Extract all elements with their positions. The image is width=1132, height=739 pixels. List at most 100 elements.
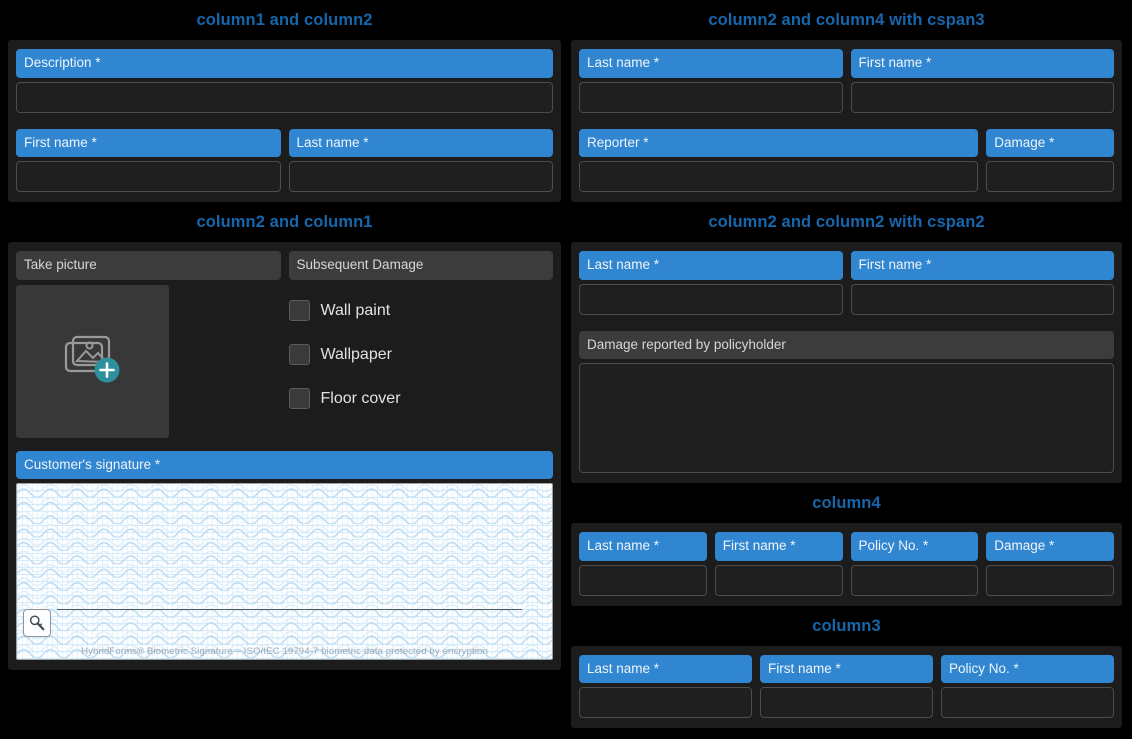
panel-col2-col2-cspan2: Last name * First name * Damage reported… bbox=[571, 242, 1122, 483]
field-policy-no: Policy No. * bbox=[850, 532, 979, 596]
field-last-name: Last name * bbox=[579, 532, 707, 596]
first-name-input[interactable] bbox=[714, 564, 843, 596]
reporter-input[interactable] bbox=[579, 161, 979, 192]
panel-col4: Last name * First name * Policy No. * Da… bbox=[571, 523, 1122, 606]
damage-input[interactable] bbox=[986, 564, 1114, 596]
signature-key-icon[interactable] bbox=[23, 609, 51, 637]
form-row: Description * bbox=[16, 49, 553, 113]
add-photo-icon bbox=[64, 335, 119, 383]
field-damage: Damage * bbox=[986, 532, 1114, 596]
field-label: Last name * bbox=[579, 251, 843, 280]
field-last-name: Last name * bbox=[579, 251, 843, 315]
first-name-input[interactable] bbox=[850, 81, 1114, 113]
row-spacer bbox=[579, 315, 1114, 331]
section-title-col2-col4-cspan3: column2 and column4 with cspan3 bbox=[708, 11, 985, 29]
panel-col3: Last name * First name * Policy No. * bbox=[571, 645, 1122, 728]
last-name-input[interactable] bbox=[288, 161, 553, 192]
field-description: Description * bbox=[16, 49, 553, 113]
panel-col1-col2: Description * First name * Last name * bbox=[8, 40, 561, 202]
field-last-name: Last name * bbox=[579, 49, 843, 113]
key-icon bbox=[29, 615, 45, 631]
field-label: Last name * bbox=[579, 49, 843, 78]
field-label: First name * bbox=[760, 654, 933, 683]
field-damage: Damage * bbox=[986, 128, 1114, 192]
last-name-input[interactable] bbox=[579, 283, 843, 315]
right-column: column2 and column4 with cspan3 Last nam… bbox=[571, 0, 1132, 739]
checkbox-label: Wallpaper bbox=[320, 345, 392, 363]
form-row: Last name * First name * Policy No. * Da… bbox=[579, 532, 1114, 596]
field-reporter: Reporter * bbox=[579, 128, 979, 192]
form-row: First name * Last name * bbox=[16, 128, 553, 192]
section-title-col2-col2-cspan2: column2 and column2 with cspan2 bbox=[708, 213, 985, 231]
field-label: Subsequent Damage bbox=[288, 251, 553, 280]
take-picture-dropzone[interactable] bbox=[16, 284, 169, 438]
field-label: Customer's signature * bbox=[16, 450, 553, 479]
damage-reported-textarea[interactable] bbox=[579, 363, 1114, 473]
field-label: Policy No. * bbox=[850, 532, 979, 561]
form-row: Reporter * Damage * bbox=[579, 128, 1114, 192]
field-policy-no: Policy No. * bbox=[941, 654, 1114, 718]
signature-disclaimer: HybridForms® Biometric Signature – ISO/I… bbox=[81, 646, 488, 657]
field-last-name: Last name * bbox=[288, 128, 553, 192]
section-title-col1-col2: column1 and column2 bbox=[196, 11, 373, 29]
form-row: Take picture Subsequent Damage Wall pain… bbox=[16, 251, 553, 438]
left-column: column1 and column2 Description * First … bbox=[0, 0, 561, 739]
description-input[interactable] bbox=[16, 81, 553, 113]
first-name-input[interactable] bbox=[16, 161, 281, 192]
field-label: Damage reported by policyholder bbox=[579, 330, 1114, 359]
last-name-input[interactable] bbox=[579, 564, 707, 596]
section-title-col4: column4 bbox=[812, 494, 881, 512]
field-first-name: First name * bbox=[850, 49, 1114, 113]
field-label: First name * bbox=[850, 251, 1114, 280]
checkbox-row-floor-cover[interactable]: Floor cover bbox=[288, 377, 554, 421]
field-label: First name * bbox=[16, 128, 281, 157]
last-name-input[interactable] bbox=[579, 687, 752, 718]
field-label: Take picture bbox=[16, 251, 281, 280]
field-first-name: First name * bbox=[760, 654, 933, 718]
field-last-name: Last name * bbox=[579, 654, 752, 718]
form-row: Damage reported by policyholder bbox=[579, 330, 1114, 473]
checkbox-label: Floor cover bbox=[320, 389, 401, 407]
first-name-input[interactable] bbox=[760, 687, 933, 718]
field-label: Reporter * bbox=[579, 128, 979, 157]
last-name-input[interactable] bbox=[579, 81, 843, 113]
security-pattern bbox=[17, 484, 552, 659]
checkbox-floor-cover[interactable] bbox=[288, 388, 310, 409]
field-label: Last name * bbox=[288, 128, 553, 157]
form-row: Last name * First name * bbox=[579, 251, 1114, 315]
first-name-input[interactable] bbox=[850, 283, 1114, 315]
field-subsequent-damage: Subsequent Damage Wall paint Wallpaper F… bbox=[288, 251, 554, 438]
panel-col2-col1: Take picture Subsequent Damage Wall pain… bbox=[8, 242, 561, 670]
field-label: First name * bbox=[850, 49, 1114, 78]
checkbox-label: Wall paint bbox=[320, 301, 391, 319]
field-label: Last name * bbox=[579, 654, 752, 683]
row-spacer bbox=[16, 113, 553, 129]
field-damage-reported: Damage reported by policyholder bbox=[579, 330, 1114, 473]
checkbox-group: Wall paint Wallpaper Floor cover bbox=[288, 280, 554, 421]
field-label: First name * bbox=[714, 532, 843, 561]
panel-col2-col4-cspan3: Last name * First name * Reporter * Dama… bbox=[571, 40, 1122, 202]
field-label: Last name * bbox=[579, 532, 707, 561]
checkbox-wall-paint[interactable] bbox=[288, 300, 310, 321]
section-title-col3: column3 bbox=[812, 616, 881, 635]
checkbox-row-wall-paint[interactable]: Wall paint bbox=[288, 289, 554, 333]
checkbox-row-wallpaper[interactable]: Wallpaper bbox=[288, 333, 554, 377]
signature-pad[interactable]: HybridForms® Biometric Signature – ISO/I… bbox=[16, 483, 553, 660]
field-label: Damage * bbox=[986, 532, 1114, 561]
field-first-name: First name * bbox=[850, 251, 1114, 315]
field-label: Description * bbox=[16, 49, 553, 78]
field-first-name: First name * bbox=[714, 532, 843, 596]
damage-input[interactable] bbox=[986, 161, 1114, 192]
form-row: Last name * First name * bbox=[579, 49, 1114, 113]
checkbox-wallpaper[interactable] bbox=[288, 344, 310, 365]
field-label: Policy No. * bbox=[941, 654, 1114, 683]
policy-no-input[interactable] bbox=[941, 687, 1114, 718]
signature-baseline bbox=[57, 609, 522, 610]
policy-no-input[interactable] bbox=[850, 564, 979, 596]
field-first-name: First name * bbox=[16, 128, 281, 192]
section-title-col2-col1: column2 and column1 bbox=[196, 213, 373, 231]
field-label: Damage * bbox=[986, 128, 1114, 157]
field-take-picture: Take picture bbox=[16, 251, 281, 438]
form-designer-preview: column1 and column2 Description * First … bbox=[0, 0, 1132, 739]
form-row: Last name * First name * Policy No. * bbox=[579, 654, 1114, 718]
